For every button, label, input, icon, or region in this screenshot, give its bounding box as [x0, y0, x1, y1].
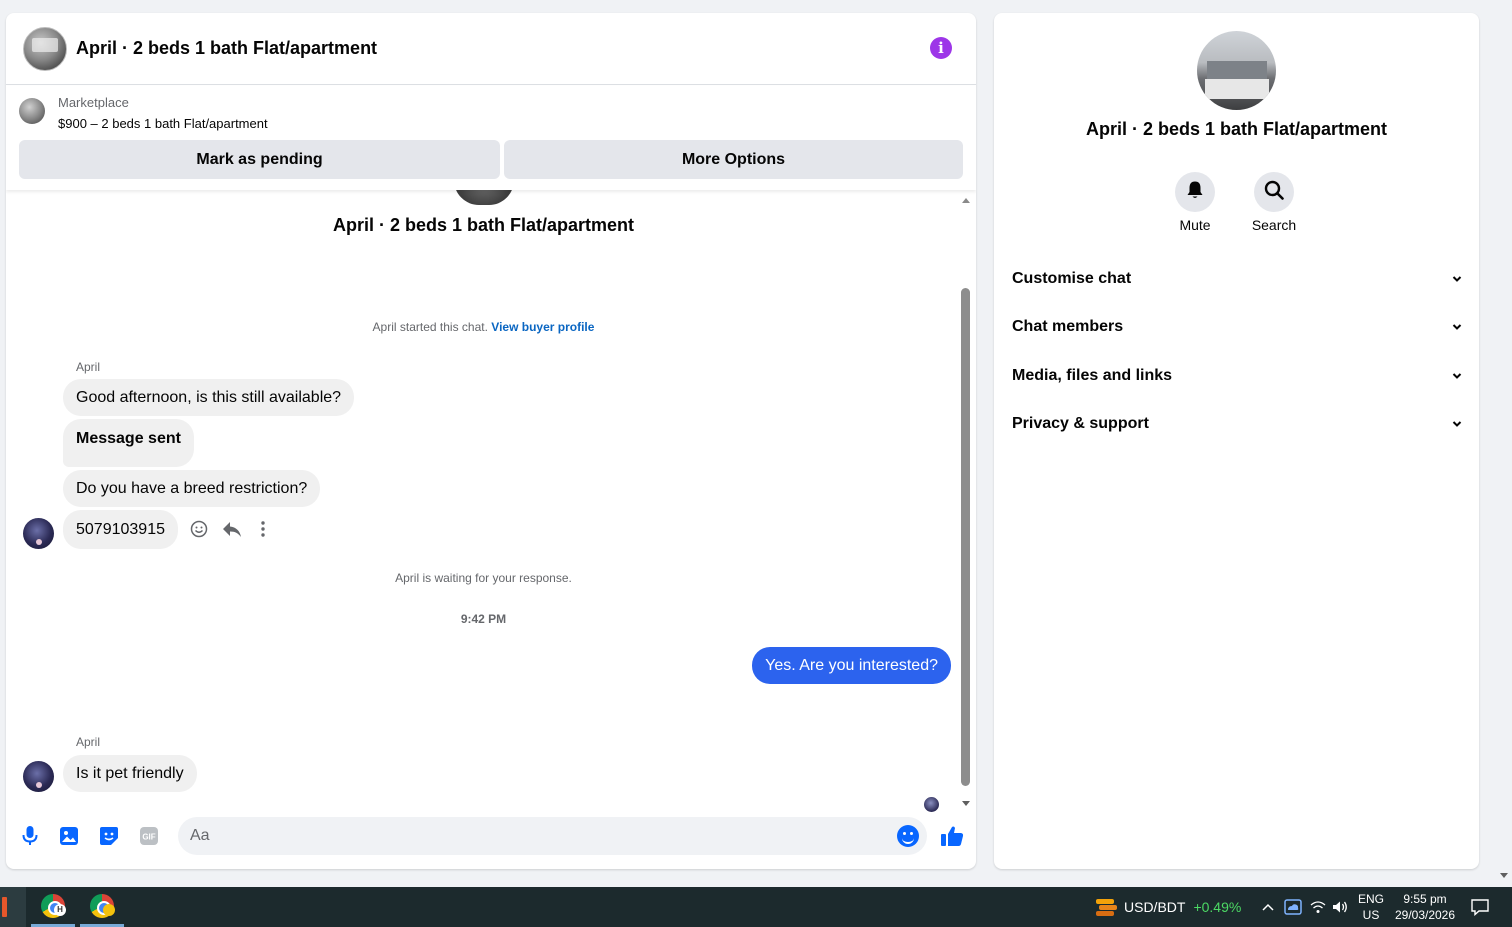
search-icon	[1264, 180, 1284, 205]
emoji-react-icon[interactable]	[190, 520, 208, 538]
scroll-up-arrow[interactable]	[962, 198, 970, 203]
sender-name: April	[76, 360, 101, 374]
message-scrollbar[interactable]	[960, 196, 972, 808]
reply-icon[interactable]	[222, 520, 241, 538]
photo-icon[interactable]	[58, 825, 80, 847]
chat-started-notice: April started this chat. View buyer prof…	[6, 320, 961, 334]
chat-header: April · 2 beds 1 bath Flat/apartment i	[6, 13, 976, 85]
svg-text:GIF: GIF	[142, 833, 155, 842]
section-label: Privacy & support	[1012, 415, 1149, 432]
message-bubble[interactable]: 5079103915	[63, 510, 178, 549]
mute-button[interactable]	[1175, 172, 1215, 212]
message-bubble[interactable]: Do you have a breed restriction?	[63, 470, 321, 507]
listing-price[interactable]: $900 – 2 beds 1 bath Flat/apartment	[58, 116, 268, 131]
profile-badge-icon: H	[54, 904, 66, 916]
stock-change: +0.49%	[1193, 899, 1242, 915]
message-bubble[interactable]: Message sent	[63, 419, 194, 467]
stock-pair: USD/BDT	[1124, 899, 1186, 915]
network-icon[interactable]	[1310, 887, 1326, 927]
section-label: Customise chat	[1012, 270, 1132, 287]
microphone-icon[interactable]	[19, 825, 41, 847]
chevron-down-icon	[1452, 373, 1462, 379]
mute-label: Mute	[1179, 217, 1211, 233]
clock-time: 9:55 pm	[1403, 892, 1447, 906]
section-customise-chat[interactable]: Customise chat	[1012, 267, 1462, 291]
tray-chevron-up-icon[interactable]	[1261, 887, 1275, 927]
thumbs-up-icon[interactable]	[940, 824, 964, 848]
profile-badge-icon	[103, 904, 115, 916]
outgoing-message-bubble[interactable]: Yes. Are you interested?	[752, 647, 951, 684]
chevron-down-icon	[1452, 421, 1462, 427]
message-input-box[interactable]	[178, 817, 927, 855]
chat-started-text: April started this chat.	[372, 320, 488, 334]
section-privacy-support[interactable]: Privacy & support	[1012, 412, 1462, 436]
search-action[interactable]: Search	[1244, 172, 1304, 233]
onedrive-icon[interactable]	[1284, 887, 1302, 927]
chat-details-panel: April · 2 beds 1 bath Flat/apartment Mut…	[994, 13, 1479, 869]
language-indicator[interactable]: ENG US	[1358, 891, 1384, 923]
bell-icon	[1186, 180, 1204, 205]
chat-title[interactable]: April · 2 beds 1 bath Flat/apartment	[76, 38, 377, 59]
page-scroll-down-arrow[interactable]	[1500, 873, 1508, 878]
sender-avatar[interactable]	[23, 518, 54, 549]
message-bubble[interactable]: Is it pet friendly	[63, 755, 197, 792]
chevron-down-icon	[1452, 324, 1462, 330]
clock-date: 29/03/2026	[1394, 908, 1456, 922]
message-input[interactable]	[178, 817, 878, 855]
sticker-icon[interactable]	[98, 825, 120, 847]
notification-icon[interactable]	[1470, 887, 1490, 927]
language-code: ENG	[1358, 892, 1385, 906]
chevron-down-icon	[1452, 276, 1462, 282]
message-list[interactable]: April · 2 beds 1 bath Flat/apartment Apr…	[6, 180, 976, 812]
message-bubble[interactable]: Good afternoon, is this still available?	[63, 379, 355, 416]
view-buyer-profile-link[interactable]: View buyer profile	[491, 320, 594, 334]
timestamp: 9:42 PM	[460, 612, 507, 626]
marketplace-label: Marketplace	[58, 95, 129, 110]
mark-as-pending-button[interactable]: Mark as pending	[19, 140, 500, 179]
read-receipt-avatar	[924, 797, 939, 812]
clock[interactable]: 9:55 pm 29/03/2026	[1390, 891, 1460, 923]
listing-thumbnail[interactable]	[19, 98, 45, 124]
scroll-down-arrow[interactable]	[962, 801, 970, 806]
section-media-files-links[interactable]: Media, files and links	[1012, 364, 1462, 388]
taskbar-chrome-2[interactable]	[80, 887, 124, 927]
gif-icon[interactable]: GIF	[138, 825, 160, 847]
details-avatar[interactable]	[1197, 31, 1276, 110]
emoji-icon[interactable]	[897, 825, 919, 847]
waiting-notice: April is waiting for your response.	[395, 571, 572, 585]
details-title: April · 2 beds 1 bath Flat/apartment	[1085, 119, 1388, 139]
mute-action[interactable]: Mute	[1165, 172, 1225, 233]
sender-avatar[interactable]	[23, 761, 54, 792]
section-label: Media, files and links	[1012, 367, 1173, 384]
taskbar-chrome-1[interactable]: H	[31, 887, 75, 927]
info-icon[interactable]: i	[930, 37, 952, 59]
scroll-thumb[interactable]	[961, 288, 970, 786]
keyboard-region: US	[1362, 908, 1380, 922]
section-label: Chat members	[1012, 318, 1124, 335]
more-icon[interactable]	[254, 520, 272, 538]
volume-icon[interactable]	[1332, 887, 1348, 927]
section-chat-members[interactable]: Chat members	[1012, 315, 1462, 339]
start-button[interactable]	[0, 887, 26, 927]
more-options-button[interactable]: More Options	[504, 140, 963, 179]
listing-avatar[interactable]	[23, 26, 67, 71]
message-actions	[190, 520, 272, 538]
sender-name: April	[76, 735, 101, 749]
taskbar: H USD/BDT +0.49% ENG US 9:55 pm 29/03/20…	[0, 887, 1512, 927]
message-composer: GIF	[6, 813, 976, 859]
stock-widget[interactable]: USD/BDT +0.49%	[1094, 887, 1241, 927]
stock-icon	[1094, 897, 1117, 917]
search-label: Search	[1251, 217, 1297, 233]
search-button[interactable]	[1254, 172, 1294, 212]
chat-panel: April · 2 beds 1 bath Flat/apartment i M…	[6, 13, 976, 869]
marketplace-bar: Marketplace $900 – 2 beds 1 bath Flat/ap…	[6, 86, 976, 190]
intro-title: April · 2 beds 1 bath Flat/apartment	[332, 215, 635, 235]
